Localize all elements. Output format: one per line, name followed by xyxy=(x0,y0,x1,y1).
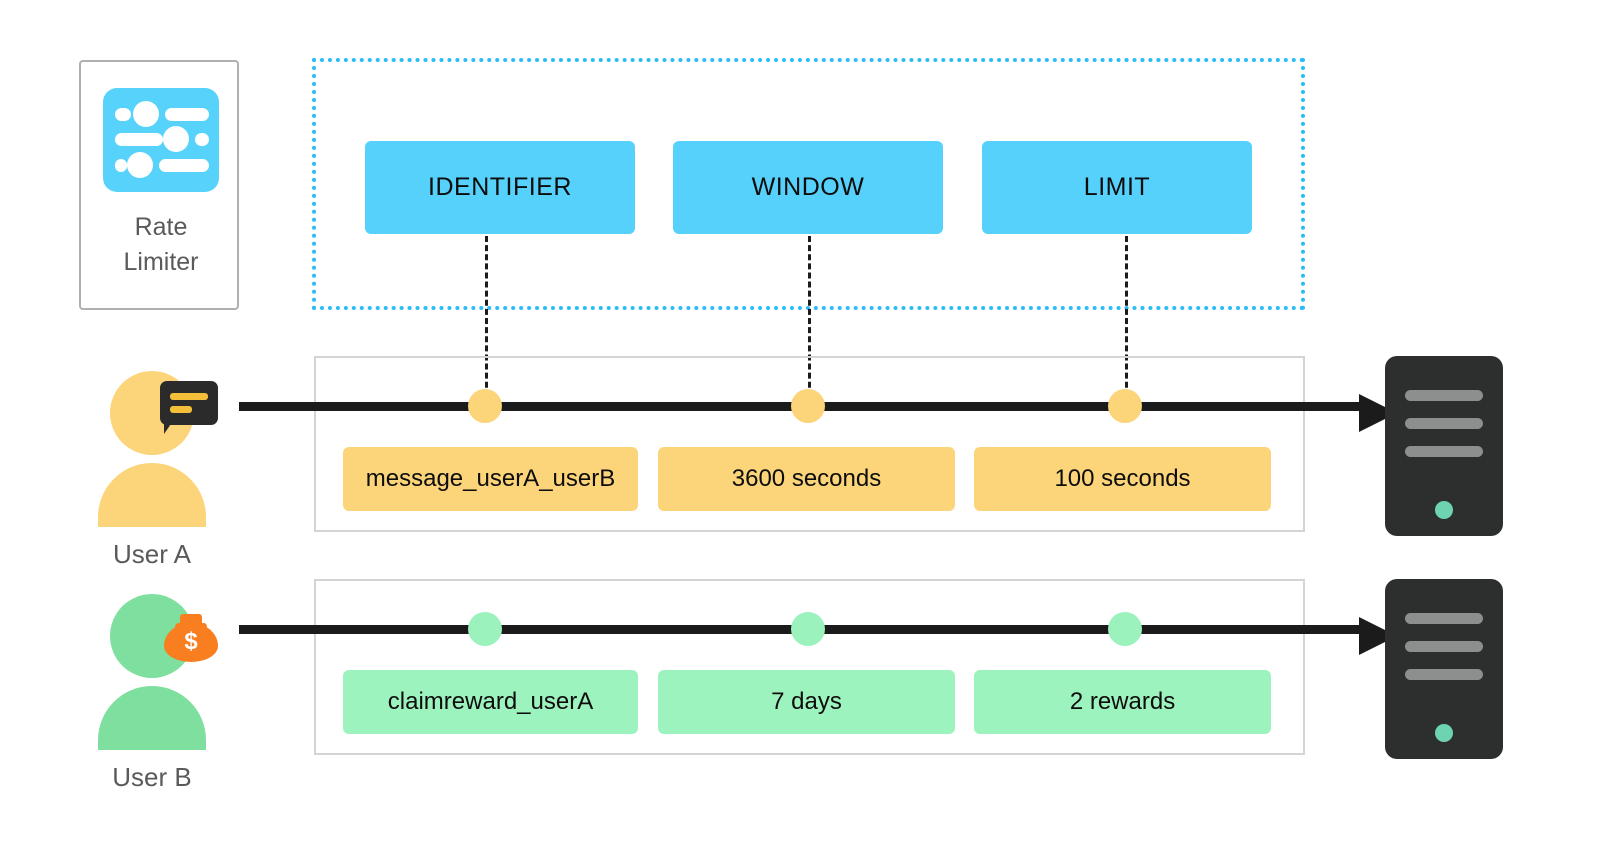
server-a-status-led xyxy=(1435,501,1453,519)
server-b-bar-2 xyxy=(1405,641,1483,652)
config-chip-window-label: WINDOW xyxy=(751,173,865,201)
value-chip-window-b-label: 7 days xyxy=(771,688,842,715)
message-bubble-icon xyxy=(160,381,218,425)
avatar-user-a: User A xyxy=(92,371,218,569)
flow-node-identifier-a xyxy=(468,389,502,423)
money-bag-dollar-sign: $ xyxy=(184,628,198,655)
value-chip-limit-b-label: 2 rewards xyxy=(1069,688,1176,715)
value-chip-window-a[interactable]: 3600 seconds xyxy=(658,447,955,511)
server-b xyxy=(1385,579,1503,759)
server-a xyxy=(1385,356,1503,536)
server-b-bar-1 xyxy=(1405,613,1483,624)
value-chip-window-b[interactable]: 7 days xyxy=(658,670,955,734)
value-chip-limit-b[interactable]: 2 rewards xyxy=(974,670,1271,734)
rate-limiter-label-line1: Rate xyxy=(134,213,188,241)
value-chip-limit-a[interactable]: 100 seconds xyxy=(974,447,1271,511)
server-a-bar-2 xyxy=(1405,418,1483,429)
rate-limiter-label-line2: Limiter xyxy=(123,248,199,276)
server-b-bar-3 xyxy=(1405,669,1483,680)
value-chip-window-a-label: 3600 seconds xyxy=(731,465,882,492)
config-chip-window[interactable]: WINDOW xyxy=(673,141,943,234)
server-b-status-led xyxy=(1435,724,1453,742)
avatar-body-a xyxy=(98,463,206,527)
flow-node-limit-b xyxy=(1108,612,1142,646)
value-chip-identifier-a[interactable]: message_userA_userB xyxy=(343,447,638,511)
server-a-bar-3 xyxy=(1405,446,1483,457)
flow-node-window-a xyxy=(791,389,825,423)
sliders-icon xyxy=(103,88,219,192)
money-bag-icon: $ xyxy=(164,612,218,662)
config-chip-limit-label: LIMIT xyxy=(1083,173,1151,201)
flow-node-limit-a xyxy=(1108,389,1142,423)
avatar-label-a: User A xyxy=(112,539,192,569)
diagram-canvas: Rate Limiter IDENTIFIER WINDOW LIMIT mes… xyxy=(0,0,1600,850)
server-a-bar-1 xyxy=(1405,390,1483,401)
value-chip-identifier-b[interactable]: claimreward_userA xyxy=(343,670,638,734)
rate-limiter-label: Rate Limiter xyxy=(81,210,241,280)
avatar-label-b: User B xyxy=(112,762,192,792)
config-chip-limit[interactable]: LIMIT xyxy=(982,141,1252,234)
rate-limiter-card: Rate Limiter xyxy=(79,60,239,310)
config-chip-identifier[interactable]: IDENTIFIER xyxy=(365,141,635,234)
value-chip-identifier-a-label: message_userA_userB xyxy=(365,465,616,492)
avatar-user-b: $ User B xyxy=(92,594,218,792)
value-chip-limit-a-label: 100 seconds xyxy=(1054,465,1191,492)
value-chip-identifier-b-label: claimreward_userA xyxy=(387,688,594,715)
message-bubble-tail xyxy=(164,421,182,434)
avatar-body-b xyxy=(98,686,206,750)
flow-node-window-b xyxy=(791,612,825,646)
flow-node-identifier-b xyxy=(468,612,502,646)
config-chip-identifier-label: IDENTIFIER xyxy=(428,173,572,201)
